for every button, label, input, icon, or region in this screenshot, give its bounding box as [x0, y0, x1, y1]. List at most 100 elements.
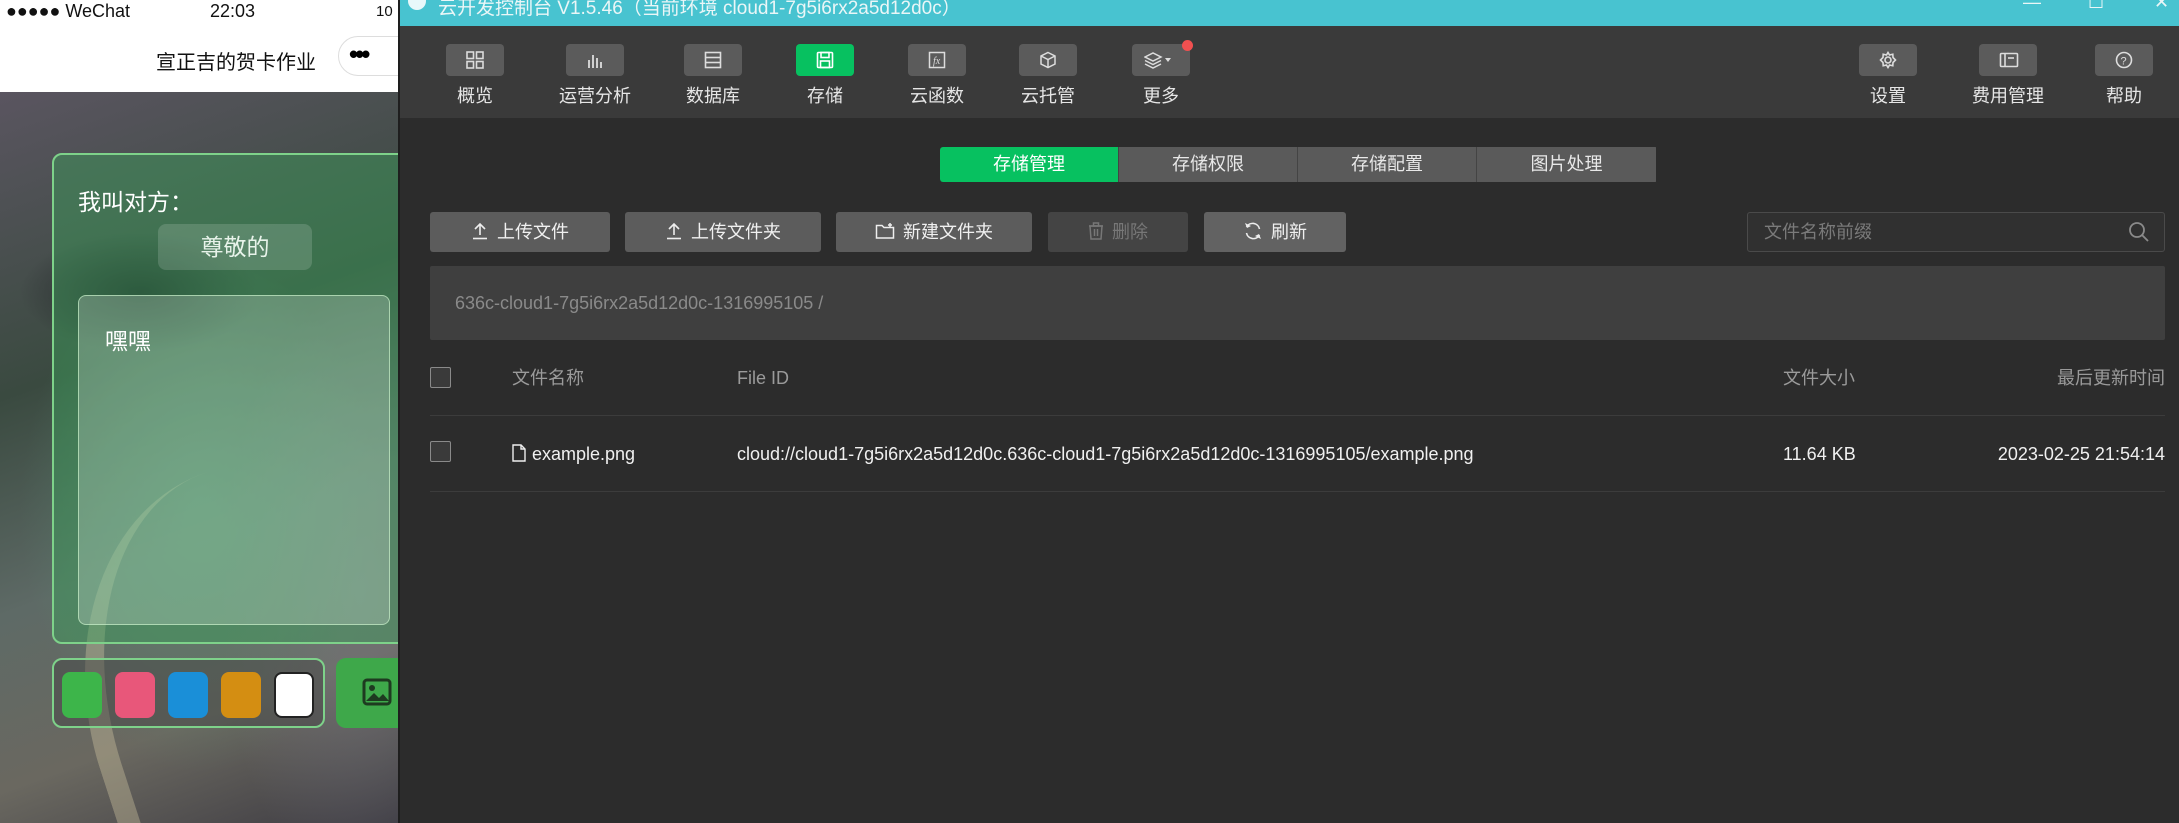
tool-storage[interactable]: 存储	[795, 44, 855, 114]
file-name-cell[interactable]: example.png	[512, 416, 635, 492]
file-prefix-search-input[interactable]	[1748, 213, 2118, 251]
tool-database[interactable]: 数据库	[683, 44, 743, 114]
cloud-console-window: 云开发控制台 V1.5.46（当前环境 cloud1-7g5i6rx2a5d12…	[398, 0, 2179, 823]
upload-file-button[interactable]: 上传文件	[430, 212, 610, 252]
refresh-button[interactable]: 刷新	[1204, 212, 1346, 252]
row-checkbox[interactable]	[430, 441, 451, 462]
table-row[interactable]: example.png cloud://cloud1-7g5i6rx2a5d12…	[430, 416, 2165, 492]
svg-text:fx: fx	[933, 56, 941, 67]
tool-more-label: 更多	[1143, 86, 1179, 106]
refresh-label: 刷新	[1271, 222, 1307, 242]
tool-help-label: 帮助	[2106, 86, 2142, 106]
tool-analytics-label: 运营分析	[559, 86, 631, 106]
tool-overview[interactable]: 概览	[445, 44, 505, 114]
tool-analytics[interactable]: 运营分析	[555, 44, 635, 114]
choose-image-button[interactable]	[336, 658, 398, 728]
database-icon	[684, 44, 742, 76]
upload-file-label: 上传文件	[497, 222, 569, 242]
message-textarea[interactable]: 嘿嘿	[78, 295, 390, 625]
swatch-blue[interactable]	[168, 672, 208, 718]
tool-billing[interactable]: 费用管理	[1966, 44, 2050, 114]
grid-icon	[446, 44, 504, 76]
path-bar: 636c-cloud1-7g5i6rx2a5d12d0c-1316995105 …	[430, 266, 2165, 340]
tool-overview-label: 概览	[457, 86, 493, 106]
bar-chart-icon	[566, 44, 624, 76]
close-icon[interactable]: ✕	[2154, 0, 2169, 13]
breadcrumb[interactable]: 636c-cloud1-7g5i6rx2a5d12d0c-1316995105 …	[455, 293, 823, 314]
window-title: 云开发控制台 V1.5.46（当前环境 cloud1-7g5i6rx2a5d12…	[438, 0, 961, 19]
upload-icon	[473, 223, 487, 240]
tab-storage-permissions[interactable]: 存储权限	[1119, 147, 1298, 182]
swatch-amber[interactable]	[221, 672, 261, 718]
new-folder-icon	[875, 223, 895, 239]
tool-billing-label: 费用管理	[1972, 86, 2044, 106]
billing-icon	[1979, 44, 2037, 76]
tool-database-label: 数据库	[686, 86, 740, 106]
svg-text:?: ?	[2121, 56, 2127, 68]
file-search	[1747, 212, 2165, 252]
greeting-card: 我叫对方： 尊敬的 嘿嘿	[52, 153, 398, 644]
message-text: 嘿嘿	[105, 328, 151, 354]
tool-hosting-label: 云托管	[1021, 86, 1075, 106]
notification-badge	[1182, 40, 1193, 51]
minimize-icon[interactable]: —	[2023, 0, 2041, 13]
capsule-menu-button[interactable]: •••	[338, 36, 398, 76]
new-folder-label: 新建文件夹	[903, 222, 993, 242]
maximize-icon[interactable]: ☐	[2088, 0, 2104, 13]
table-header-row: 文件名称 File ID 文件大小 最后更新时间	[430, 340, 2165, 416]
page-title: 宣正吉的贺卡作业	[156, 52, 316, 74]
tool-functions-label: 云函数	[910, 86, 964, 106]
cube-icon	[1019, 44, 1077, 76]
upload-folder-label: 上传文件夹	[691, 222, 781, 242]
gear-icon	[1859, 44, 1917, 76]
storage-tabs: 存储管理 存储权限 存储配置 图片处理	[940, 147, 1658, 182]
swatch-green[interactable]	[62, 672, 102, 718]
header-file-name: 文件名称	[512, 368, 584, 388]
tool-storage-label: 存储	[807, 86, 843, 106]
save-icon	[796, 44, 854, 76]
tool-settings-label: 设置	[1870, 86, 1906, 106]
phone-status-bar: ●●●●● WeChat 22:03 10	[0, 0, 398, 24]
file-icon	[512, 444, 526, 462]
trash-icon	[1089, 222, 1103, 240]
tool-more[interactable]: 更多	[1131, 44, 1191, 114]
swatch-pink[interactable]	[115, 672, 155, 718]
delete-button[interactable]: 删除	[1048, 212, 1188, 252]
file-name: example.png	[532, 444, 636, 464]
main-toolbar: 概览 运营分析 数据库 存储 fx 云函数 云托管 更多 设置 费用管理 ? 帮…	[400, 26, 2179, 118]
salutation-input[interactable]: 尊敬的	[158, 224, 312, 270]
refresh-icon	[1245, 222, 1261, 240]
updated-time-cell: 2023-02-25 21:54:14	[1997, 444, 2165, 464]
tool-help[interactable]: ? 帮助	[2094, 44, 2154, 114]
status-time: 22:03	[210, 1, 256, 21]
tab-storage-management[interactable]: 存储管理	[940, 147, 1119, 182]
layers-icon	[1132, 44, 1190, 76]
select-all-checkbox[interactable]	[430, 367, 451, 388]
upload-folder-button[interactable]: 上传文件夹	[625, 212, 821, 252]
new-folder-button[interactable]: 新建文件夹	[836, 212, 1032, 252]
header-file-id: File ID	[737, 368, 790, 388]
mini-program-nav-bar: 宣正吉的贺卡作业 •••	[0, 24, 398, 92]
file-size-cell: 11.64 KB	[1783, 444, 1856, 464]
help-icon: ?	[2095, 44, 2153, 76]
carrier-label: ●●●●● WeChat	[6, 1, 131, 21]
tab-storage-config[interactable]: 存储配置	[1298, 147, 1477, 182]
search-icon[interactable]	[2128, 221, 2150, 243]
delete-label: 删除	[1112, 222, 1148, 242]
upload-icon	[667, 223, 681, 240]
image-icon	[362, 678, 392, 706]
window-titlebar: 云开发控制台 V1.5.46（当前环境 cloud1-7g5i6rx2a5d12…	[400, 0, 2179, 26]
file-id-cell: cloud://cloud1-7g5i6rx2a5d12d0c.636c-clo…	[737, 444, 1474, 464]
swatch-white[interactable]	[274, 672, 314, 718]
function-icon: fx	[908, 44, 966, 76]
color-picker	[52, 658, 325, 728]
header-file-size: 文件大小	[1783, 368, 1855, 388]
tool-hosting[interactable]: 云托管	[1018, 44, 1078, 114]
app-logo-icon	[408, 0, 426, 10]
tab-image-processing[interactable]: 图片处理	[1477, 147, 1656, 182]
header-updated-time: 最后更新时间	[2057, 368, 2165, 388]
more-dots-icon: •••	[349, 39, 370, 69]
tool-settings[interactable]: 设置	[1858, 44, 1918, 114]
phone-simulator: ●●●●● WeChat 22:03 10 宣正吉的贺卡作业 ••• 我叫对方：…	[0, 0, 398, 823]
tool-functions[interactable]: fx 云函数	[907, 44, 967, 114]
